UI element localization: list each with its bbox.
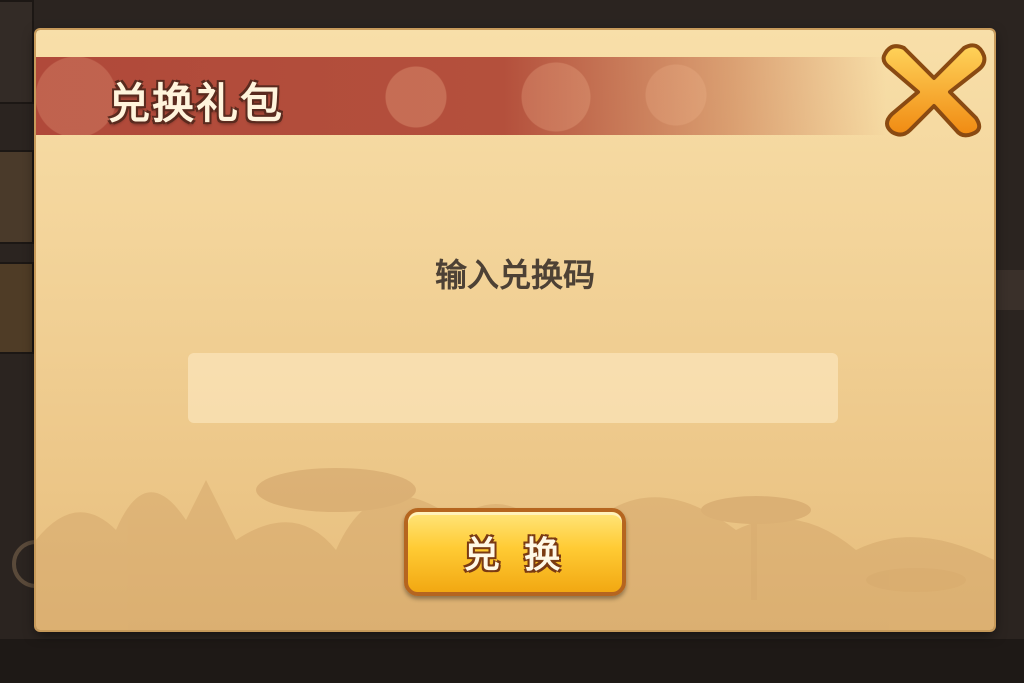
background-bottom-bar bbox=[0, 639, 1024, 683]
background-tab bbox=[0, 150, 34, 244]
background-strip bbox=[994, 270, 1024, 310]
redeem-code-input[interactable] bbox=[188, 353, 838, 423]
background-tab bbox=[0, 262, 34, 354]
background-panel bbox=[0, 0, 34, 104]
redeem-gift-dialog: 兑换礼包 输入兑换码 兑 换 bbox=[36, 30, 994, 630]
code-prompt-label: 输入兑换码 bbox=[434, 256, 595, 294]
redeem-button[interactable]: 兑 换 bbox=[404, 508, 626, 596]
close-x-icon bbox=[881, 43, 987, 138]
dialog-title: 兑换礼包 bbox=[108, 79, 285, 128]
redeem-button-label: 兑 换 bbox=[463, 535, 567, 576]
close-button[interactable] bbox=[876, 34, 992, 138]
